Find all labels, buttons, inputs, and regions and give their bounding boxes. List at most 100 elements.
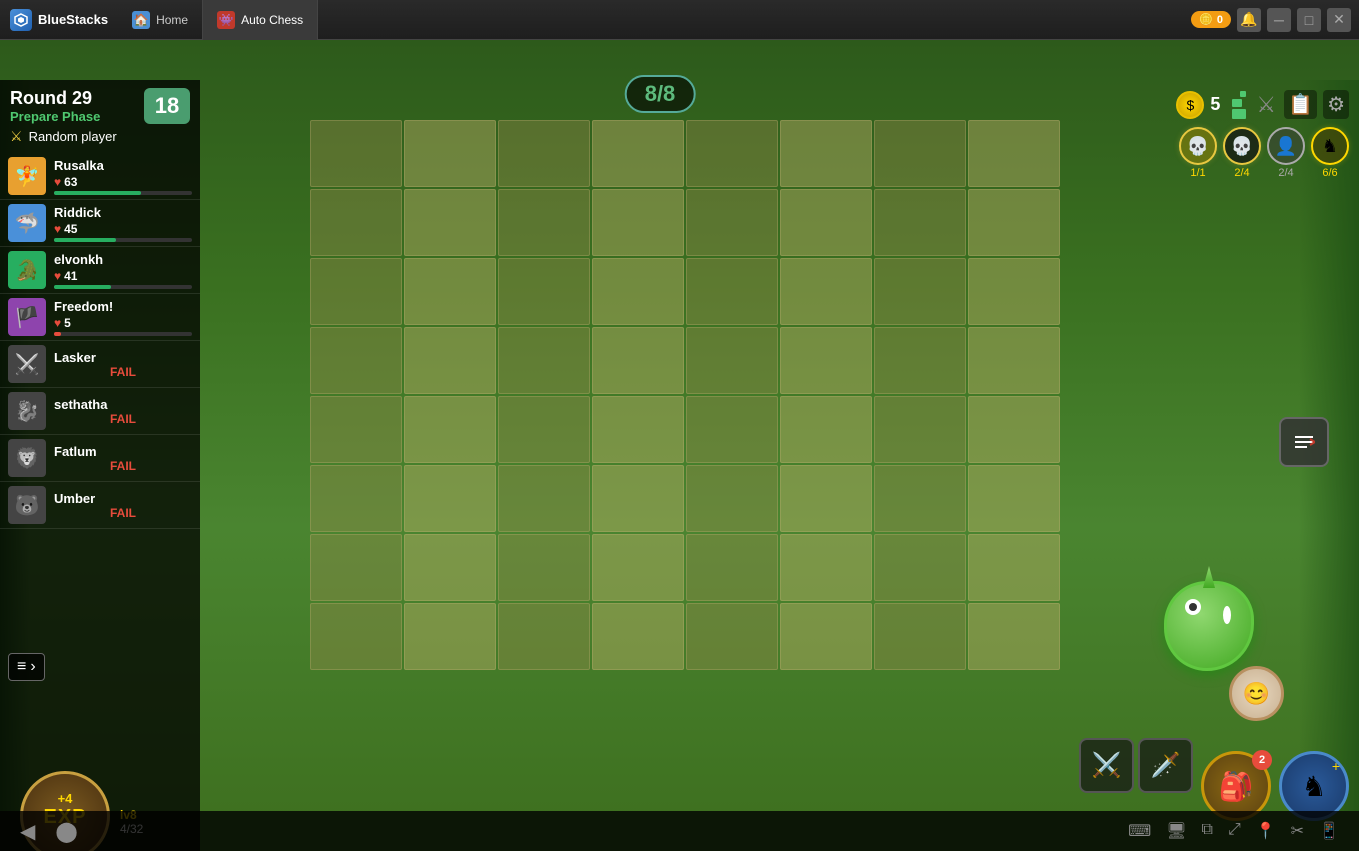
board-cell[interactable]: [498, 603, 590, 670]
board-cell[interactable]: [592, 465, 684, 532]
synergy-badge[interactable]: ♞ 6/6: [1311, 127, 1349, 179]
unit-bottom-1[interactable]: ⚔️: [1079, 738, 1134, 793]
board-cell[interactable]: [686, 258, 778, 325]
phone-icon[interactable]: 📱: [1319, 821, 1339, 841]
scissors-icon[interactable]: ✂: [1291, 821, 1304, 841]
board-cell[interactable]: [404, 603, 496, 670]
board-cell[interactable]: [780, 396, 872, 463]
board-cell[interactable]: [498, 534, 590, 601]
board-cell[interactable]: [310, 258, 402, 325]
board-cell[interactable]: [968, 258, 1060, 325]
board-cell[interactable]: [404, 465, 496, 532]
board-cell[interactable]: [310, 534, 402, 601]
board-cell[interactable]: [592, 603, 684, 670]
board-cell[interactable]: [310, 327, 402, 394]
board-cell[interactable]: [780, 603, 872, 670]
home-btn[interactable]: ⬤: [55, 819, 77, 844]
unit-bottom-2[interactable]: 🗡️: [1138, 738, 1193, 793]
board-cell[interactable]: [310, 189, 402, 256]
board-cell[interactable]: [968, 465, 1060, 532]
board-cell[interactable]: [874, 189, 966, 256]
board-cell[interactable]: [874, 120, 966, 187]
board-cell[interactable]: [592, 327, 684, 394]
board-cell[interactable]: [968, 327, 1060, 394]
player-entry[interactable]: 🧚 Rusalka ♥ 63: [0, 153, 200, 200]
board-cell[interactable]: [404, 327, 496, 394]
player-entry[interactable]: 🐉 sethatha FAIL: [0, 388, 200, 435]
tab-home[interactable]: 🏠 Home: [118, 0, 203, 40]
board-cell[interactable]: [874, 258, 966, 325]
keyboard-icon[interactable]: ⌨: [1128, 821, 1151, 841]
tab-game[interactable]: 👾 Auto Chess: [203, 0, 318, 40]
system-icons: ⌨ 🖥 ⧉ ⤢ 📍 ✂ 📱: [1128, 821, 1339, 841]
board-cell[interactable]: [874, 396, 966, 463]
board-cell[interactable]: [968, 120, 1060, 187]
board-cell[interactable]: [780, 258, 872, 325]
board-cell[interactable]: [874, 534, 966, 601]
board-cell[interactable]: [404, 189, 496, 256]
board-cell[interactable]: [968, 189, 1060, 256]
board-cell[interactable]: [404, 396, 496, 463]
board-cell[interactable]: [686, 327, 778, 394]
board-cell[interactable]: [968, 396, 1060, 463]
board-cell[interactable]: [404, 258, 496, 325]
synergy-badge[interactable]: 💀 1/1: [1179, 127, 1217, 179]
maximize-btn[interactable]: □: [1297, 8, 1321, 32]
board-cell[interactable]: [310, 603, 402, 670]
board-cell[interactable]: [686, 603, 778, 670]
menu-toggle[interactable]: ≡ ›: [8, 653, 45, 681]
board-cell[interactable]: [686, 120, 778, 187]
board-cell[interactable]: [310, 120, 402, 187]
multi-icon[interactable]: ⧉: [1202, 821, 1213, 841]
player-entry[interactable]: 🦁 Fatlum FAIL: [0, 435, 200, 482]
hp-value: 41: [64, 269, 77, 283]
board-cell[interactable]: [968, 603, 1060, 670]
fullscreen-icon[interactable]: ⤢: [1228, 821, 1241, 841]
board-cell[interactable]: [686, 465, 778, 532]
board-cell[interactable]: [686, 189, 778, 256]
board-cell[interactable]: [310, 396, 402, 463]
board-cell[interactable]: [592, 189, 684, 256]
swords-icon[interactable]: ⚔: [1256, 92, 1276, 118]
board-cell[interactable]: [874, 327, 966, 394]
board-cell[interactable]: [310, 465, 402, 532]
board-cell[interactable]: [968, 534, 1060, 601]
board-cell[interactable]: [592, 396, 684, 463]
board-cell[interactable]: [404, 534, 496, 601]
board-cell[interactable]: [498, 327, 590, 394]
player-entry[interactable]: 🐊 elvonkh ♥ 41: [0, 247, 200, 294]
board-cell[interactable]: [780, 189, 872, 256]
synergy-badge[interactable]: 👤 2/4: [1267, 127, 1305, 179]
board-cell[interactable]: [498, 120, 590, 187]
notification-btn[interactable]: 🔔: [1237, 8, 1261, 32]
close-btn[interactable]: ✕: [1327, 8, 1351, 32]
board-cell[interactable]: [404, 120, 496, 187]
book-icon[interactable]: 📋: [1284, 90, 1317, 119]
player-entry[interactable]: 🐻 Umber FAIL: [0, 482, 200, 529]
board-cell[interactable]: [592, 120, 684, 187]
synergy-badge[interactable]: 💀 2/4: [1223, 127, 1261, 179]
board-cell[interactable]: [780, 120, 872, 187]
board-cell[interactable]: [498, 396, 590, 463]
board-cell[interactable]: [874, 465, 966, 532]
player-entry[interactable]: 🏴 Freedom! ♥ 5: [0, 294, 200, 341]
player-entry[interactable]: 🦈 Riddick ♥ 45: [0, 200, 200, 247]
board-cell[interactable]: [498, 258, 590, 325]
board-cell[interactable]: [498, 465, 590, 532]
location-icon[interactable]: 📍: [1256, 821, 1276, 841]
board-cell[interactable]: [874, 603, 966, 670]
board-cell[interactable]: [592, 258, 684, 325]
board-cell[interactable]: [592, 534, 684, 601]
board-cell[interactable]: [686, 396, 778, 463]
settings-icon[interactable]: ⚙: [1323, 90, 1349, 119]
back-btn[interactable]: ◀: [20, 819, 35, 844]
display-icon[interactable]: 🖥: [1166, 821, 1186, 841]
minimize-btn[interactable]: ─: [1267, 8, 1291, 32]
board-cell[interactable]: [780, 465, 872, 532]
board-cell[interactable]: [498, 189, 590, 256]
player-entry[interactable]: ⚔️ Lasker FAIL: [0, 341, 200, 388]
board-cell[interactable]: [780, 327, 872, 394]
battle-log-btn[interactable]: [1279, 417, 1329, 467]
board-cell[interactable]: [686, 534, 778, 601]
board-cell[interactable]: [780, 534, 872, 601]
